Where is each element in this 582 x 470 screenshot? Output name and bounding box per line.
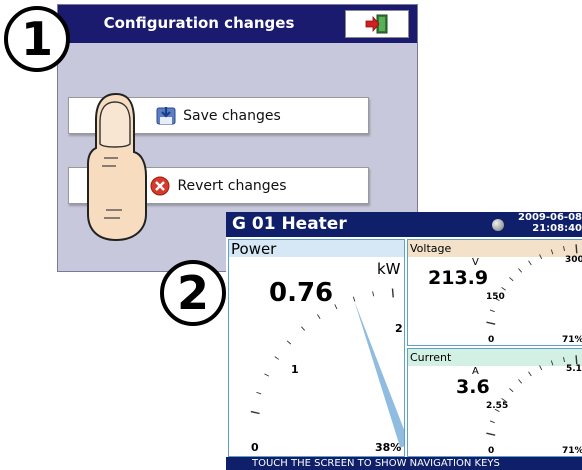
current-tick	[563, 357, 565, 363]
finger-pointer-icon	[87, 92, 147, 242]
voltage-tick	[518, 268, 523, 273]
voltage-scale-min: 0	[488, 335, 495, 345]
current-tick	[509, 388, 514, 393]
voltage-scale-max: 300	[565, 255, 582, 265]
voltage-percent: 71%	[562, 335, 582, 345]
power-value: 0.76	[269, 278, 334, 308]
time-text: 21:08:40	[532, 223, 582, 234]
step-1-badge: 1	[4, 6, 70, 72]
step-2-badge: 2	[160, 260, 226, 326]
device-screen: G 01 Heater 2009-06-08 21:08:40 Power kW…	[226, 212, 582, 470]
revert-changes-label: Revert changes	[177, 177, 287, 194]
voltage-label: Voltage	[410, 242, 452, 255]
voltage-tick	[509, 277, 514, 282]
voltage-tick	[528, 260, 532, 266]
status-indicator-icon	[492, 219, 504, 231]
voltage-tick	[489, 309, 495, 313]
current-percent: 71%	[562, 446, 582, 456]
voltage-tick	[501, 287, 506, 291]
power-tick	[286, 340, 292, 345]
exit-door-icon	[365, 14, 388, 34]
power-tick	[352, 296, 356, 302]
red-x-icon	[150, 176, 170, 196]
voltage-tick	[539, 254, 543, 260]
date-text: 2009-06-08	[518, 212, 582, 223]
power-tick	[274, 356, 280, 360]
save-disk-icon	[156, 106, 176, 126]
current-label: Current	[410, 351, 452, 364]
device-title: G 01 Heater	[232, 214, 347, 234]
power-tick	[264, 373, 270, 377]
dialog-header: Configuration changes	[58, 5, 417, 43]
current-tick	[489, 420, 495, 424]
power-tick	[391, 288, 394, 298]
power-tick	[316, 314, 321, 319]
power-tick	[372, 291, 375, 297]
device-header: G 01 Heater 2009-06-08 21:08:40	[226, 212, 582, 237]
current-scale-mid: 2.55	[486, 401, 509, 411]
power-tick	[256, 391, 262, 395]
date-time: 2009-06-08 21:08:40	[510, 212, 582, 234]
save-changes-label: Save changes	[183, 107, 281, 124]
power-label: Power	[231, 240, 277, 258]
voltage-panel[interactable]: Voltage V 213.9 300 150 0 71%	[407, 239, 582, 346]
power-percent: 38%	[375, 441, 402, 454]
power-scale-min: 0	[251, 441, 259, 454]
current-scale-max: 5.1	[566, 364, 582, 374]
voltage-value: 213.9	[428, 267, 489, 289]
power-tick	[334, 304, 338, 310]
power-unit: kW	[377, 260, 401, 278]
current-tick	[550, 360, 554, 366]
current-tick	[575, 355, 578, 365]
current-value: 3.6	[456, 376, 490, 398]
voltage-tick	[486, 321, 496, 325]
current-tick	[539, 365, 543, 371]
current-tick	[518, 379, 523, 384]
power-tick	[250, 410, 260, 415]
voltage-scale-mid: 150	[486, 292, 505, 302]
power-panel[interactable]: Power kW 0.76 2 1 0 38%	[228, 239, 405, 457]
power-scale-mid: 1	[291, 363, 299, 376]
voltage-tick	[550, 249, 554, 255]
voltage-tick	[563, 246, 565, 252]
exit-button[interactable]	[345, 10, 409, 38]
current-panel[interactable]: Current A 3.6 5.1 2.55 0 71%	[407, 348, 582, 457]
power-tick	[301, 326, 306, 331]
current-tick	[486, 432, 496, 436]
power-scale-max: 2	[395, 322, 403, 335]
current-scale-min: 0	[488, 446, 495, 456]
voltage-tick	[575, 244, 578, 254]
dialog-title: Configuration changes	[103, 14, 295, 32]
current-tick	[528, 371, 532, 377]
navigation-hint[interactable]: TOUCH THE SCREEN TO SHOW NAVIGATION KEYS	[226, 457, 582, 470]
